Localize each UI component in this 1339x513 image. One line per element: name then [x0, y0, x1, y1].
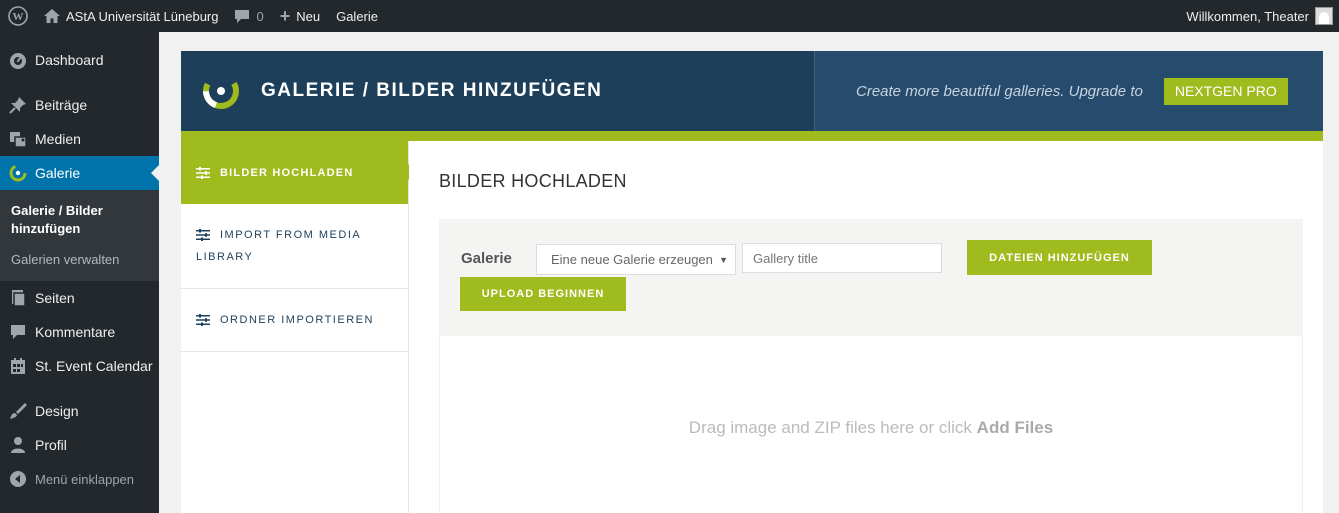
gallery-select[interactable]: Eine neue Galerie erzeugen ▼ [536, 244, 736, 275]
tab-label: IMPORT FROM MEDIA LIBRARY [196, 229, 361, 263]
upload-content: BILDER HOCHLADEN Galerie Eine neue Galer… [409, 141, 1323, 513]
dropzone-text: Drag image and ZIP files here or click A… [440, 418, 1302, 438]
dropdown-arrow-icon: ▼ [719, 255, 728, 265]
header-accent-band [181, 131, 1323, 141]
upgrade-promo: Create more beautiful galleries. Upgrade… [814, 51, 1323, 131]
pin-icon [8, 95, 28, 115]
start-upload-button[interactable]: UPLOAD BEGINNEN [460, 277, 626, 311]
comments-count: 0 [256, 8, 264, 24]
sidebar-item-media[interactable]: Medien [0, 122, 159, 156]
sidebar-item-posts[interactable]: Beiträge [0, 88, 159, 122]
comment-icon [8, 322, 28, 342]
nextgen-logo [181, 51, 261, 131]
avatar [1315, 7, 1333, 25]
sidebar-item-gallery[interactable]: Galerie [0, 156, 159, 190]
nextgen-logo-icon [203, 73, 239, 109]
plus-icon: + [279, 5, 291, 26]
section-title: BILDER HOCHLADEN [439, 171, 627, 191]
nextgen-pro-button[interactable]: NEXTGEN PRO [1163, 77, 1288, 105]
new-label: Neu [296, 8, 321, 24]
account-menu[interactable]: Willkommen, Theater [1178, 0, 1339, 32]
tab-upload-images[interactable]: BILDER HOCHLADEN [181, 141, 416, 204]
site-name-link[interactable]: AStA Universität Lüneburg [36, 0, 226, 32]
upload-form: Galerie Eine neue Galerie erzeugen ▼ DAT… [439, 219, 1303, 336]
gallery-submenu: Galerie / Bilder hinzufügen Galerien ver… [0, 190, 159, 281]
welcome-text: Willkommen, Theater [1186, 8, 1309, 24]
comment-bubble-icon [234, 9, 250, 24]
tab-import-media-library[interactable]: IMPORT FROM MEDIA LIBRARY [181, 204, 408, 289]
upload-tabs: BILDER HOCHLADEN IMPORT FROM MEDIA LIBRA… [181, 141, 416, 513]
sidebar-item-comments[interactable]: Kommentare [0, 315, 159, 349]
media-icon [8, 129, 28, 149]
sidebar-item-label: Menü einklappen [35, 471, 135, 487]
gallery-title-input[interactable] [742, 243, 942, 273]
admin-sidebar: Dashboard Beiträge Medien Galerie Galeri… [0, 32, 159, 513]
gallery-label: Galerie [336, 8, 379, 24]
nextgen-wrapper: GALERIE / BILDER HINZUFÜGEN Create more … [181, 51, 1323, 513]
new-content-link[interactable]: + Neu [272, 0, 328, 32]
nextgen-header: GALERIE / BILDER HINZUFÜGEN Create more … [181, 51, 1323, 131]
sidebar-item-label: Galerie [35, 165, 81, 181]
dashboard-icon [8, 50, 28, 70]
sliders-icon [196, 314, 210, 326]
sidebar-item-label: Dashboard [35, 52, 104, 68]
sidebar-item-design[interactable]: Design [0, 394, 159, 428]
sidebar-item-label: Design [35, 403, 79, 419]
sliders-icon [196, 229, 210, 242]
nextgen-icon [8, 163, 28, 183]
sidebar-item-label: Profil [35, 437, 67, 453]
sidebar-item-event-calendar[interactable]: St. Event Calendar [0, 349, 159, 383]
sidebar-item-label: Beiträge [35, 97, 88, 113]
dropzone-instruction: Drag image and ZIP files here or click [688, 418, 972, 437]
user-icon [8, 435, 28, 455]
collapse-icon [8, 469, 28, 489]
submenu-item-manage-galleries[interactable]: Galerien verwalten [0, 247, 159, 273]
svg-text:W: W [13, 11, 24, 23]
brush-icon [8, 401, 28, 421]
wordpress-icon: W [8, 6, 28, 26]
gallery-label: Galerie [461, 250, 512, 267]
sliders-icon [196, 166, 210, 179]
comments-link[interactable]: 0 [226, 0, 271, 32]
sidebar-item-dashboard[interactable]: Dashboard [0, 43, 159, 77]
gallery-link[interactable]: Galerie [328, 0, 386, 32]
promo-text: Create more beautiful galleries. Upgrade… [856, 82, 1143, 100]
sidebar-item-label: Seiten [35, 290, 75, 306]
wordpress-logo[interactable]: W [0, 0, 36, 32]
add-files-button[interactable]: DATEIEN HINZUFÜGEN [967, 240, 1152, 275]
collapse-menu-button[interactable]: Menü einklappen [0, 462, 159, 496]
sidebar-item-label: Kommentare [35, 324, 116, 340]
tab-label: BILDER HOCHLADEN [220, 166, 354, 179]
site-name: AStA Universität Lüneburg [66, 8, 219, 24]
sidebar-item-profile[interactable]: Profil [0, 428, 159, 462]
submenu-item-add-images[interactable]: Galerie / Bilder hinzufügen [0, 198, 120, 242]
gallery-select-value: Eine neue Galerie erzeugen [551, 252, 713, 267]
sidebar-item-pages[interactable]: Seiten [0, 281, 159, 315]
home-icon [44, 9, 60, 23]
sidebar-item-label: St. Event Calendar [35, 358, 153, 374]
pages-icon [8, 288, 28, 308]
admin-bar: W AStA Universität Lüneburg 0 + Neu Gale… [0, 0, 1339, 32]
file-dropzone[interactable]: Drag image and ZIP files here or click A… [439, 336, 1303, 513]
page-title: GALERIE / BILDER HINZUFÜGEN [261, 80, 603, 101]
calendar-icon [8, 356, 28, 376]
tab-import-folder[interactable]: ORDNER IMPORTIEREN [181, 289, 408, 352]
sidebar-item-label: Medien [35, 131, 81, 147]
tab-label: ORDNER IMPORTIEREN [220, 314, 374, 326]
add-files-link[interactable]: Add Files [977, 418, 1054, 437]
